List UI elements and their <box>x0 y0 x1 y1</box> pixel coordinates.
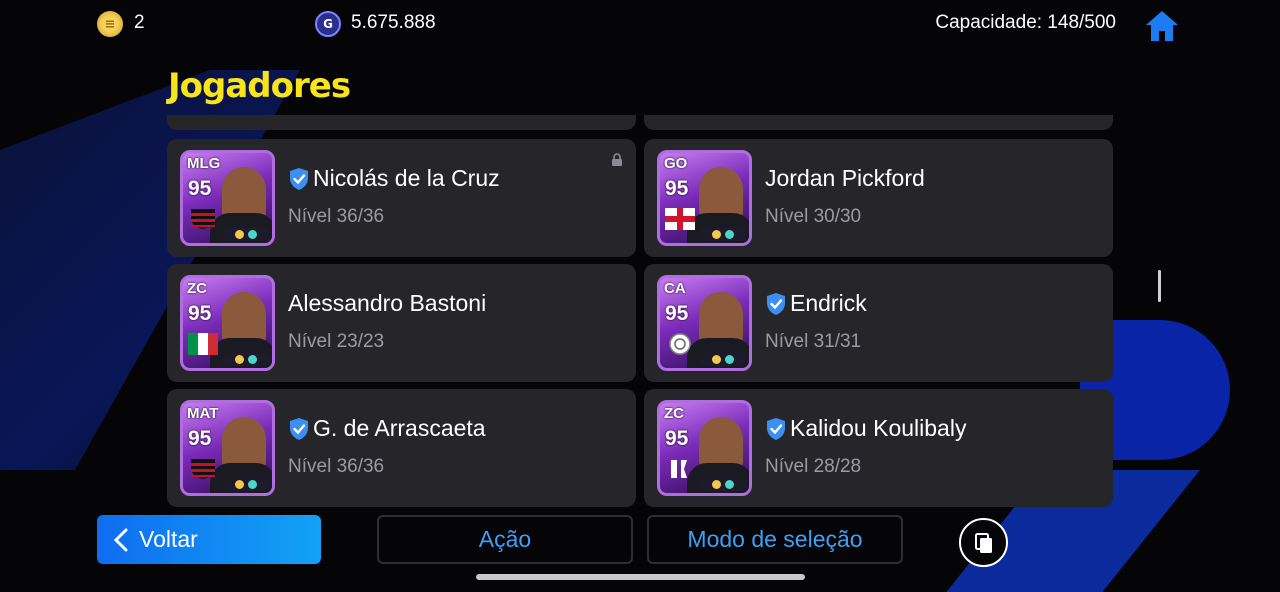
list-item-partial <box>167 115 636 130</box>
verified-shield-icon <box>767 417 785 440</box>
player-position: ZC <box>187 280 207 297</box>
coin-badge-icon <box>235 229 244 239</box>
player-rating: 95 <box>665 302 689 325</box>
skill-badges <box>223 477 269 491</box>
gp-value: 5.675.888 <box>351 12 436 33</box>
player-level: Nível 30/30 <box>765 206 862 227</box>
skill-badges <box>700 352 746 366</box>
player-position: MLG <box>187 155 221 172</box>
coins-value: 2 <box>134 12 145 33</box>
player-card[interactable]: ZC 95 Kalidou Koulibaly Nível 28/28 <box>644 389 1113 507</box>
verified-shield-icon <box>767 292 785 315</box>
player-name-row: G. de Arrascaeta <box>288 415 486 442</box>
efootball-coin-icon: ≡ <box>97 11 123 37</box>
player-name: Kalidou Koulibaly <box>790 415 967 441</box>
gp-badge-icon <box>725 479 734 489</box>
player-level: Nível 36/36 <box>288 456 385 477</box>
gp-icon: G <box>315 11 341 37</box>
player-thumbnail[interactable]: ZC 95 <box>180 275 275 371</box>
player-card[interactable]: ZC 95 Alessandro Bastoni Nível 23/23 <box>167 264 636 382</box>
player-name-row: Nicolás de la Cruz <box>288 165 500 192</box>
copy-button[interactable] <box>959 518 1008 567</box>
gp-badge-icon <box>248 479 257 489</box>
skill-badges <box>700 227 746 241</box>
player-level: Nível 23/23 <box>288 331 385 352</box>
player-thumbnail[interactable]: MAT 95 <box>180 400 275 496</box>
back-button[interactable]: Voltar <box>97 515 321 564</box>
lock-icon <box>612 153 622 166</box>
gp-badge-icon <box>725 354 734 364</box>
coin-badge-icon <box>712 354 721 364</box>
flamengo-flag-icon <box>188 458 218 480</box>
skill-badges <box>223 227 269 241</box>
player-position: CA <box>664 280 686 297</box>
player-position: MAT <box>187 405 219 422</box>
gp-badge-icon <box>248 229 257 239</box>
player-rating: 95 <box>188 177 212 200</box>
coin-badge-icon <box>712 479 721 489</box>
flamengo-flag-icon <box>188 208 218 230</box>
player-position: ZC <box>664 405 684 422</box>
selection-mode-button[interactable]: Modo de seleção <box>647 515 903 564</box>
page-title: Jogadores <box>168 66 351 106</box>
chevron-left-icon <box>113 528 128 552</box>
action-button[interactable]: Ação <box>377 515 633 564</box>
selection-mode-button-label: Modo de seleção <box>687 526 863 552</box>
player-thumbnail[interactable]: MLG 95 <box>180 150 275 246</box>
gp-badge-icon <box>248 354 257 364</box>
england-flag-icon <box>665 208 695 230</box>
player-card[interactable]: CA 95 Endrick Nível 31/31 <box>644 264 1113 382</box>
real-madrid-flag-icon <box>665 333 695 355</box>
player-card[interactable]: MLG 95 Nicolás de la Cruz Nível 36/36 <box>167 139 636 257</box>
action-button-label: Ação <box>478 526 532 552</box>
player-position: GO <box>664 155 688 172</box>
list-item-partial <box>644 115 1113 130</box>
capacity-text: Capacidade: 148/500 <box>935 12 1116 33</box>
home-icon[interactable] <box>1144 8 1180 44</box>
copy-icon <box>974 532 992 553</box>
player-name: Jordan Pickford <box>765 165 925 191</box>
home-indicator <box>476 574 805 580</box>
player-name: Alessandro Bastoni <box>288 290 487 316</box>
player-card[interactable]: GO 95 Jordan Pickford Nível 30/30 <box>644 139 1113 257</box>
player-rating: 95 <box>665 177 689 200</box>
player-rating: 95 <box>188 302 212 325</box>
player-name: Nicolás de la Cruz <box>313 165 500 191</box>
verified-shield-icon <box>290 417 308 440</box>
player-thumbnail[interactable]: CA 95 <box>657 275 752 371</box>
gp-badge-icon <box>725 229 734 239</box>
player-name: G. de Arrascaeta <box>313 415 486 441</box>
player-thumbnail[interactable]: ZC 95 <box>657 400 752 496</box>
skill-badges <box>223 352 269 366</box>
player-rating: 95 <box>665 427 689 450</box>
player-thumbnail[interactable]: GO 95 <box>657 150 752 246</box>
player-card[interactable]: MAT 95 G. de Arrascaeta Nível 36/36 <box>167 389 636 507</box>
player-rating: 95 <box>188 427 212 450</box>
player-name-row: Endrick <box>765 290 867 317</box>
player-name: Endrick <box>790 290 867 316</box>
back-button-label: Voltar <box>139 526 198 552</box>
coin-badge-icon <box>235 479 244 489</box>
player-level: Nível 28/28 <box>765 456 862 477</box>
players-list[interactable]: MLG 95 Nicolás de la Cruz Nível 36/36 GO 95 Jo… <box>167 115 1114 507</box>
italy-flag-icon <box>188 333 218 355</box>
coin-badge-icon <box>712 229 721 239</box>
skill-badges <box>700 477 746 491</box>
scrollbar[interactable] <box>1158 270 1161 302</box>
al-hilal-flag-icon <box>665 458 695 480</box>
player-level: Nível 31/31 <box>765 331 862 352</box>
player-name-row: Alessandro Bastoni <box>288 290 486 317</box>
top-bar: ≡ 2 G 5.675.888 Capacidade: 148/500 <box>0 0 1280 48</box>
player-name-row: Kalidou Koulibaly <box>765 415 966 442</box>
verified-shield-icon <box>290 167 308 190</box>
player-name-row: Jordan Pickford <box>765 165 925 192</box>
player-level: Nível 36/36 <box>288 206 385 227</box>
coin-badge-icon <box>235 354 244 364</box>
